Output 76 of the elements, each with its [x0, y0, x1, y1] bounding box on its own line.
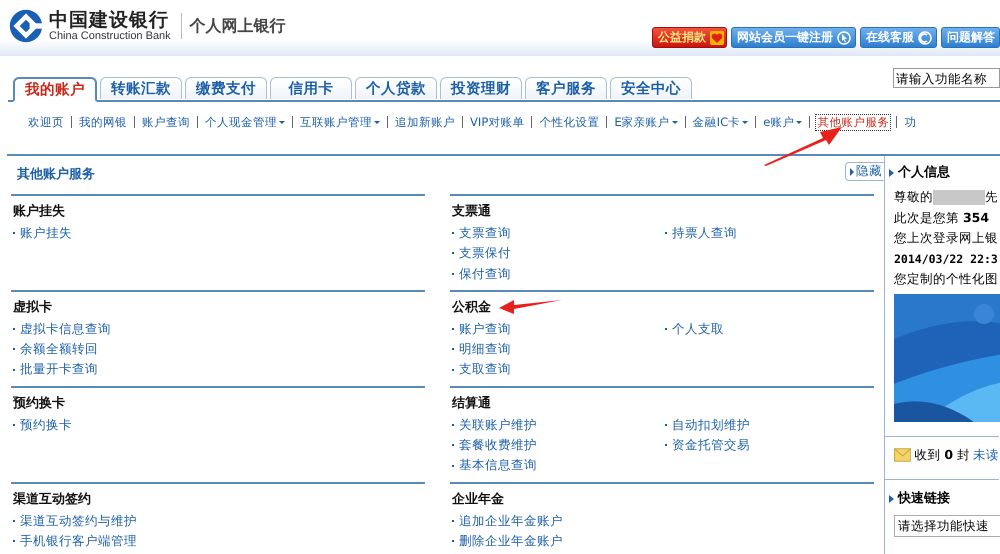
hide-button[interactable]: 隐藏	[845, 162, 884, 181]
service-link[interactable]: 关联账户维护	[452, 414, 537, 436]
service-link[interactable]: 个人支取	[665, 318, 724, 340]
bank-name: 中国建设银行	[49, 10, 170, 30]
greeting-text: 尊敬的	[894, 188, 933, 206]
nav-tab[interactable]: 信用卡	[270, 77, 352, 99]
subnav-link[interactable]: VIP对账单	[468, 114, 526, 130]
last-login-label: 您上次登录网上银	[894, 229, 999, 247]
section-title: 账户挂失	[13, 202, 65, 221]
caret-icon	[889, 495, 894, 503]
page-title: 其他账户服务	[17, 166, 95, 183]
last-login-time: 2014/03/22 22:3	[894, 250, 999, 268]
section-title: 虚拟卡	[13, 298, 52, 317]
service-link[interactable]: 删除企业年金账户	[452, 530, 563, 552]
bank-logo-icon	[8, 8, 44, 44]
greeting-text: 先	[985, 188, 998, 206]
quick-links-title: 快速链接	[898, 490, 950, 508]
service-link[interactable]: 支票查询	[452, 223, 511, 244]
custom-picture-text: 您定制的个性化图	[894, 270, 999, 288]
subnav-link[interactable]: 我的网银	[77, 114, 129, 130]
service-link[interactable]: 余额全额转回	[13, 339, 98, 360]
service-link[interactable]: 账户挂失	[13, 223, 72, 244]
service-link[interactable]: 基本信息查询	[452, 455, 537, 476]
mail-count-text: 收到 0 封	[914, 446, 970, 464]
service-link[interactable]: 保付查询	[452, 264, 511, 284]
section-title: 结算通	[452, 394, 491, 413]
service-link[interactable]: 支票保付	[452, 243, 511, 264]
nav-tab[interactable]: 缴费支付	[185, 77, 267, 99]
service-link[interactable]: 手机银行客户端管理	[13, 530, 137, 552]
nav-tab[interactable]: 我的账户	[13, 77, 97, 102]
bank-name-english: China Construction Bank	[49, 30, 171, 42]
service-link[interactable]: 渠道互动签约与维护	[13, 510, 137, 531]
subnav-link[interactable]: E家亲账户	[612, 114, 680, 130]
subnav-link[interactable]: 追加新账户	[393, 114, 457, 130]
subnav-link[interactable]: 个性化设置	[537, 114, 602, 130]
caret-icon	[850, 168, 854, 176]
nav-tab[interactable]: 投资理财	[440, 77, 522, 99]
subnav-link[interactable]: 金融IC卡	[690, 114, 750, 130]
service-link[interactable]: 持票人查询	[665, 223, 737, 244]
subnav-link[interactable]: 个人现金管理	[203, 114, 287, 130]
subnav-link[interactable]: 欢迎页	[26, 114, 66, 130]
donate-button[interactable]: 公益捐款	[652, 27, 727, 48]
subnav-link[interactable]: 互联账户管理	[298, 114, 382, 130]
subnav-link[interactable]: 账户查询	[140, 114, 192, 130]
service-link[interactable]: 预约换卡	[13, 414, 72, 436]
unread-mail-link[interactable]: 未读	[973, 444, 999, 465]
service-link[interactable]: 支取查询	[452, 359, 511, 380]
nav-tab[interactable]: 客户服务	[525, 77, 607, 99]
caret-icon	[889, 169, 894, 177]
cursor-icon	[837, 30, 851, 44]
service-link[interactable]: 账户查询	[452, 318, 511, 340]
nav-tab[interactable]: 安全中心	[610, 77, 692, 99]
nav-tab[interactable]: 个人贷款	[355, 77, 437, 99]
product-name: 个人网上银行	[180, 13, 286, 39]
search-field[interactable]: 请输入功能名称	[893, 68, 1000, 88]
section-title: 渠道互动签约	[13, 490, 91, 509]
service-link[interactable]: 自动扣划维护	[665, 414, 750, 436]
visit-count-text: 此次是您第 354	[894, 208, 990, 226]
service-link[interactable]: 明细查询	[452, 339, 511, 360]
section-title: 预约换卡	[13, 394, 65, 413]
subnav-link[interactable]: e账户	[761, 114, 804, 130]
section-title: 公积金	[452, 298, 491, 317]
envelope-icon	[894, 448, 912, 462]
service-link[interactable]: 批量开卡查询	[13, 359, 98, 380]
section-title: 企业年金	[452, 490, 504, 509]
subnav-link[interactable]: 功	[902, 114, 918, 130]
redacted-name	[933, 190, 985, 205]
nav-tab[interactable]: 转账汇款	[100, 77, 182, 99]
service-link[interactable]: 套餐收费维护	[452, 435, 537, 456]
heart-icon	[710, 30, 724, 44]
service-link[interactable]: 资金托管交易	[665, 435, 750, 456]
sidebar-title: 个人信息	[898, 164, 950, 182]
service-link[interactable]: 追加企业年金账户	[452, 510, 563, 531]
quick-link-select[interactable]: 请选择功能快速	[894, 515, 1000, 537]
service-link[interactable]: 虚拟卡信息查询	[13, 318, 111, 340]
section-title: 支票通	[452, 203, 491, 221]
